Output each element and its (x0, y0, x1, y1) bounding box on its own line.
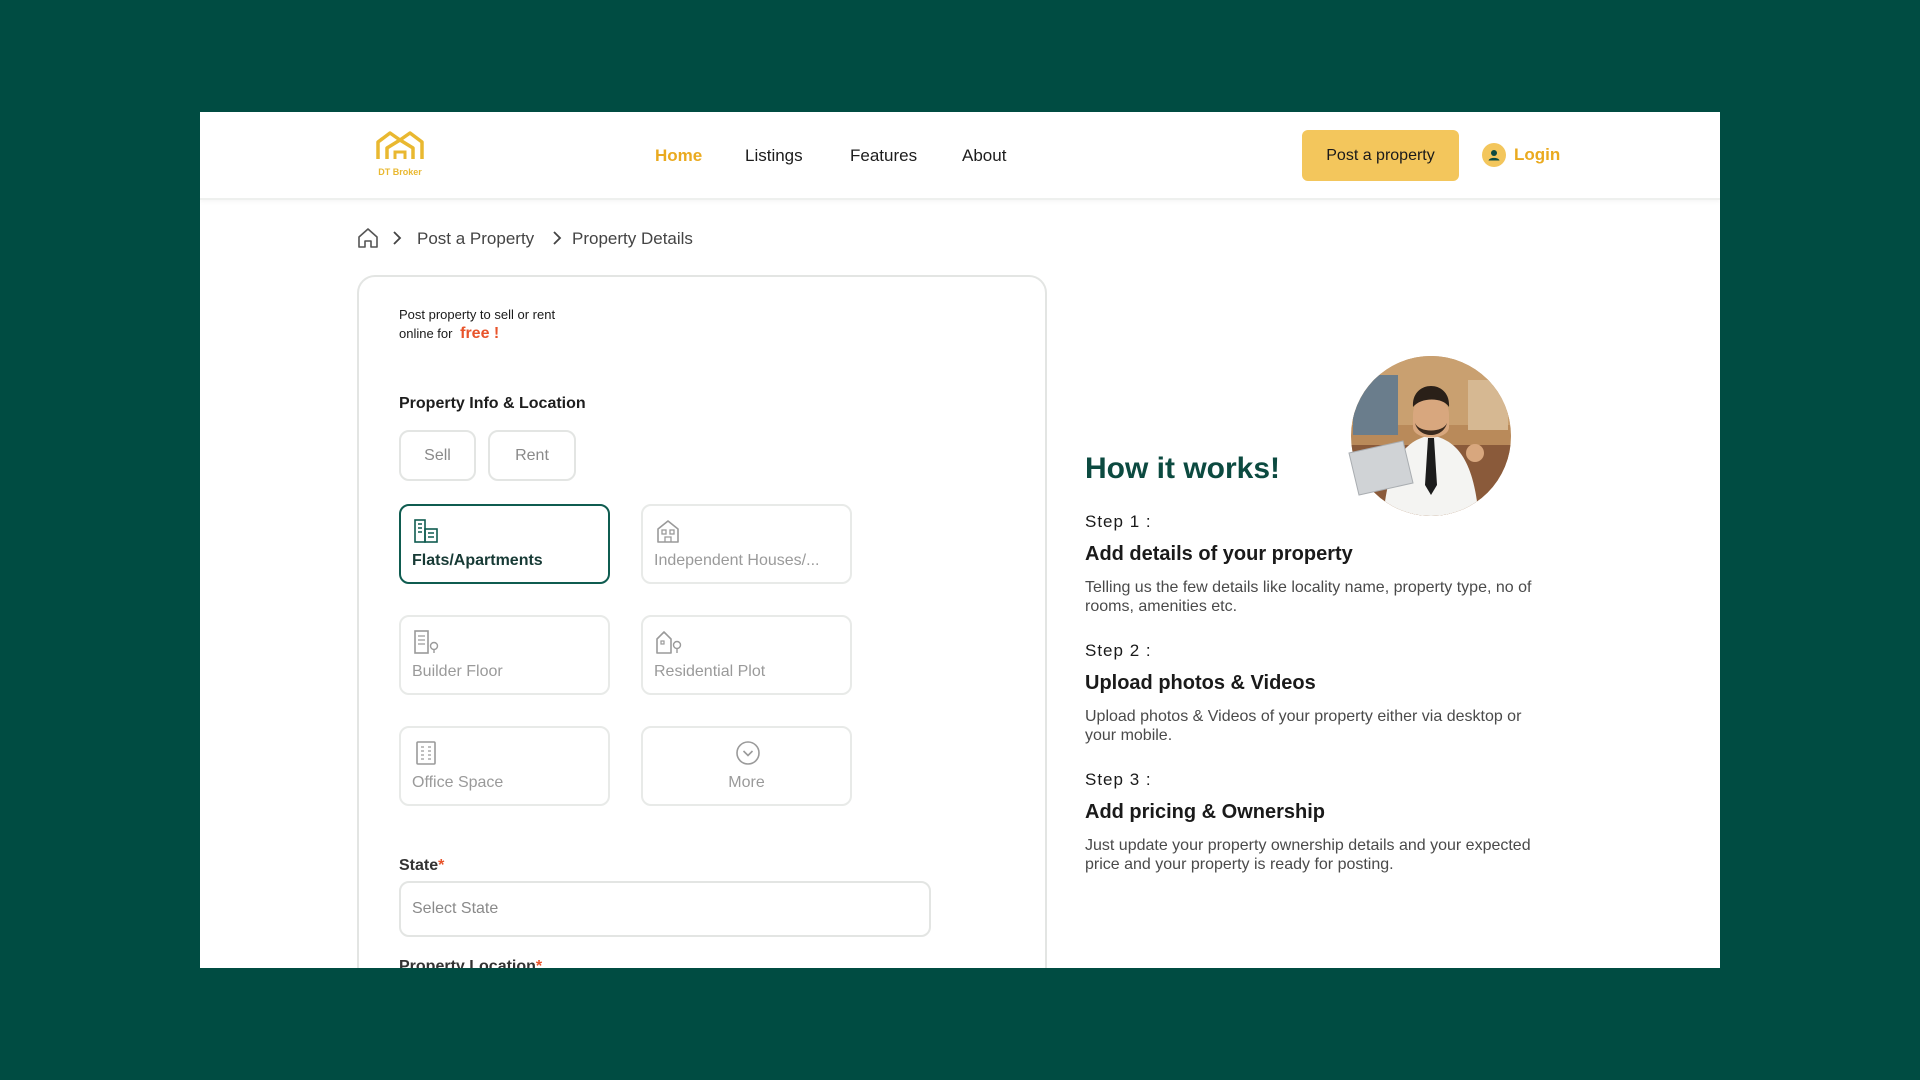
breadcrumb-property-details: Property Details (572, 229, 693, 248)
nav-about[interactable]: About (962, 146, 1006, 166)
section-title: Property Info & Location (399, 395, 586, 412)
property-type-flats-apartments[interactable]: Flats/Apartments (399, 504, 610, 584)
rent-option-button[interactable]: Rent (488, 430, 576, 481)
step-1-title: Add details of your property (1085, 543, 1353, 565)
step-2-description: Upload photos & Videos of your property … (1085, 708, 1522, 744)
browser-page: DT Broker Home Listings Features About P… (200, 112, 1720, 968)
brand-name: DT Broker (378, 167, 422, 177)
step-1-description: Telling us the few details like locality… (1085, 579, 1532, 615)
property-type-label: More (728, 774, 765, 791)
promo-online-for: online for (399, 326, 453, 341)
sell-option-button[interactable]: Sell (399, 430, 476, 481)
apartment-building-icon (413, 518, 439, 549)
chevron-right-icon (550, 228, 564, 253)
nav-listings[interactable]: Listings (745, 146, 803, 166)
breadcrumb-post-property[interactable]: Post a Property (417, 229, 534, 249)
chevron-down-circle-icon (735, 740, 761, 771)
property-type-office-space[interactable]: Office Space (399, 726, 610, 806)
office-building-icon (413, 740, 439, 771)
home-icon[interactable] (356, 226, 380, 255)
state-select[interactable]: Select State (399, 881, 931, 937)
agent-photo (1343, 335, 1519, 520)
house-logo-icon (376, 131, 424, 159)
location-label-text: Property Location (399, 958, 536, 968)
step-1-number: Step 1 : (1085, 512, 1152, 531)
post-property-form-card: Post property to sell or rent online for… (357, 275, 1047, 968)
how-it-works-title: How it works! (1085, 452, 1281, 485)
property-type-residential-plot[interactable]: Residential Plot (641, 615, 852, 695)
top-navigation-bar: DT Broker Home Listings Features About P… (200, 112, 1720, 200)
post-property-button[interactable]: Post a property (1302, 130, 1459, 181)
property-type-label: Independent Houses/... (654, 552, 820, 569)
promo-text: Post property to sell or rent (399, 307, 556, 322)
breadcrumb: Post a Property Property Details (356, 226, 756, 250)
state-label: State* (399, 857, 444, 875)
step-2-number: Step 2 : (1085, 641, 1152, 660)
property-type-label: Builder Floor (412, 663, 503, 680)
property-type-label: Flats/Apartments (412, 552, 543, 569)
property-type-label: Office Space (412, 774, 504, 791)
residential-plot-icon (655, 629, 683, 660)
promo-free-highlight: free ! (460, 325, 500, 342)
state-label-text: State (399, 857, 439, 874)
nav-home[interactable]: Home (655, 146, 702, 166)
brand-logo[interactable]: DT Broker (370, 129, 430, 181)
builder-floor-icon (413, 629, 441, 660)
nav-features[interactable]: Features (850, 146, 917, 166)
property-type-independent-houses[interactable]: Independent Houses/... (641, 504, 852, 584)
promo-text-2: online for free ! (399, 325, 499, 343)
required-mark: * (535, 958, 543, 968)
required-mark: * (438, 857, 445, 874)
step-3-description: Just update your property ownership deta… (1085, 837, 1531, 873)
property-location-label: Property Location* (399, 958, 542, 968)
user-icon (1482, 143, 1506, 167)
step-3-title: Add pricing & Ownership (1085, 801, 1326, 823)
property-type-label: Residential Plot (654, 663, 766, 680)
login-label: Login (1514, 145, 1561, 164)
step-3-number: Step 3 : (1085, 770, 1152, 789)
property-type-more[interactable]: More (641, 726, 852, 806)
step-2-title: Upload photos & Videos (1085, 672, 1316, 694)
house-icon (655, 518, 681, 549)
property-type-builder-floor[interactable]: Builder Floor (399, 615, 610, 695)
chevron-right-icon (390, 228, 404, 253)
